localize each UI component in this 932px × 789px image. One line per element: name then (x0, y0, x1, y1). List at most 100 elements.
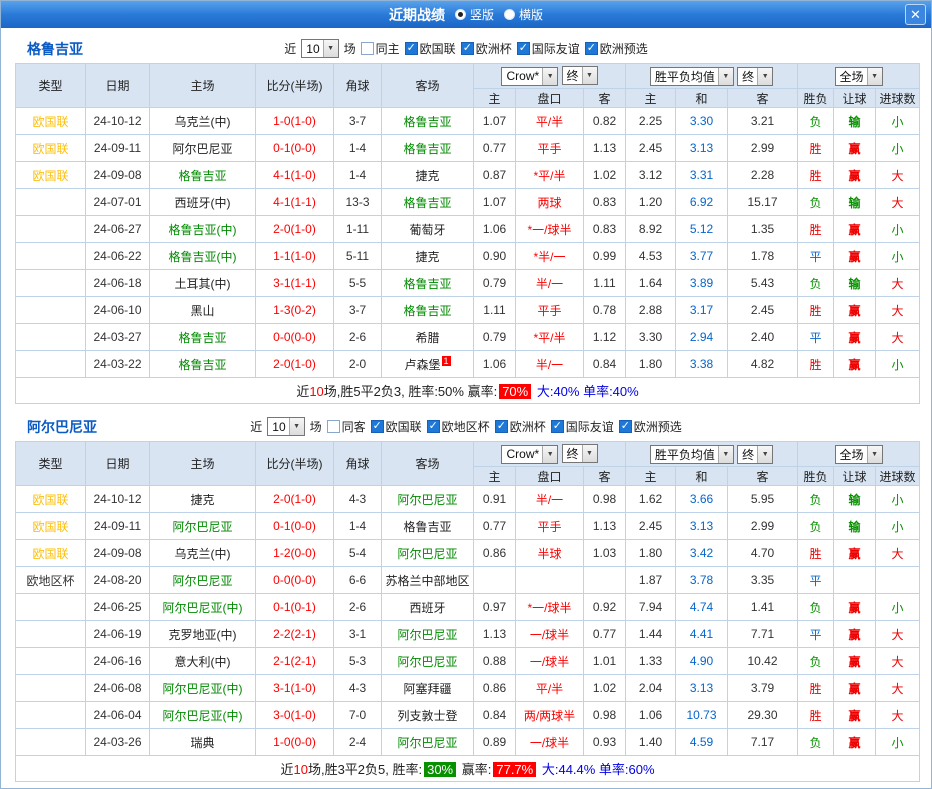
col-header-ah-home: 主 (474, 467, 516, 486)
odds-final-select[interactable]: 终▼ (562, 66, 598, 85)
home-team-cell: 捷克 (150, 486, 256, 513)
competition-checkbox[interactable]: 欧洲预选 (585, 40, 648, 57)
draw-odds-cell: 4.41 (676, 621, 728, 648)
result-cell: 平 (798, 324, 834, 351)
recent-count-value: 10 (306, 42, 319, 56)
checkbox-checked-icon (551, 420, 564, 433)
ou-result-cell: 大 (876, 162, 920, 189)
wdl-final-select[interactable]: 终▼ (737, 445, 773, 464)
away-team-cell: 西班牙 (382, 594, 474, 621)
col-header-odds-draw: 和 (676, 467, 728, 486)
match-scope-select[interactable]: 全场▼ (835, 67, 883, 86)
corners-cell: 3-7 (334, 297, 382, 324)
layout-option-horizontal[interactable]: 横版 (504, 6, 543, 23)
lose-odds-cell: 29.30 (728, 702, 798, 729)
lose-odds-cell: 1.78 (728, 243, 798, 270)
lose-odds-cell: 2.40 (728, 324, 798, 351)
same-venue-checkbox[interactable]: 同客 (327, 418, 366, 435)
competition-checkbox[interactable]: 国际友谊 (517, 40, 580, 57)
checkbox-checked-icon (371, 420, 384, 433)
wdl-average-select[interactable]: 胜平负均值▼ (650, 67, 734, 86)
lose-odds-cell: 2.99 (728, 135, 798, 162)
competition-checkbox[interactable]: 欧洲杯 (495, 418, 546, 435)
close-button[interactable]: ✕ (905, 4, 926, 25)
home-team-cell: 黑山 (150, 297, 256, 324)
result-cell: 胜 (798, 540, 834, 567)
ah-line-cell: 平/半 (516, 675, 584, 702)
ah-away-odds-cell: 1.02 (584, 675, 626, 702)
scope-select-cell: 全场▼ (798, 442, 920, 467)
date-cell: 24-07-01 (86, 189, 150, 216)
lose-odds-cell: 1.41 (728, 594, 798, 621)
col-header-date: 日期 (86, 64, 150, 108)
competition-checkbox[interactable]: 欧国联 (371, 418, 422, 435)
result-cell: 负 (798, 648, 834, 675)
ah-line-cell: 半/一 (516, 486, 584, 513)
competition-cell: 欧洲杯 (16, 324, 86, 351)
win-odds-cell: 2.25 (626, 108, 676, 135)
match-row: 欧洲杯24-06-25阿尔巴尼亚(中)0-1(0-1)2-6西班牙0.97*一/… (16, 594, 920, 621)
checkbox-label: 欧洲杯 (510, 418, 546, 435)
away-team-cell: 格鲁吉亚 (382, 135, 474, 162)
recent-count-select[interactable]: 10▼ (267, 417, 304, 436)
competition-checkbox[interactable]: 国际友谊 (551, 418, 614, 435)
ah-line-cell: *一/球半 (516, 594, 584, 621)
checkbox-checked-icon (461, 42, 474, 55)
away-team-cell: 捷克 (382, 162, 474, 189)
ah-home-odds-cell: 0.77 (474, 513, 516, 540)
col-header-result: 胜负 (798, 89, 834, 108)
checkbox-checked-icon (405, 42, 418, 55)
ah-result-cell: 赢 (834, 324, 876, 351)
away-team-cell: 希腊 (382, 324, 474, 351)
win-odds-cell: 1.64 (626, 270, 676, 297)
ah-home-odds-cell: 1.13 (474, 621, 516, 648)
col-header-odds-away: 客 (728, 89, 798, 108)
col-header-odds-away: 客 (728, 467, 798, 486)
competition-checkbox[interactable]: 欧洲预选 (619, 418, 682, 435)
same-venue-checkbox[interactable]: 同主 (361, 40, 400, 57)
wdl-average-select[interactable]: 胜平负均值▼ (650, 445, 734, 464)
ah-result-cell: 赢 (834, 648, 876, 675)
ah-line-cell: 一/球半 (516, 621, 584, 648)
match-scope-select[interactable]: 全场▼ (835, 445, 883, 464)
competition-checkbox[interactable]: 欧洲杯 (461, 40, 512, 57)
wdl-final-select[interactable]: 终▼ (737, 67, 773, 86)
result-cell: 胜 (798, 675, 834, 702)
result-cell: 负 (798, 729, 834, 756)
ah-away-odds-cell: 1.01 (584, 648, 626, 675)
match-row: 欧国联24-09-11阿尔巴尼亚0-1(0-0)1-4格鲁吉亚0.77平手1.1… (16, 513, 920, 540)
odds-company-select[interactable]: Crow*▼ (501, 445, 558, 464)
competition-cell: 国际友谊 (16, 297, 86, 324)
handicap-select-cell: Crow*▼ 终▼ (474, 442, 626, 467)
chevron-down-icon: ▼ (718, 446, 733, 463)
filter-near-label: 近 (284, 40, 296, 57)
corners-cell: 13-3 (334, 189, 382, 216)
recent-count-select[interactable]: 10▼ (301, 39, 338, 58)
competition-checkbox[interactable]: 欧国联 (405, 40, 456, 57)
date-cell: 24-06-27 (86, 216, 150, 243)
odds-company-value: Crow* (506, 69, 539, 83)
away-team-cell: 阿尔巴尼亚 (382, 486, 474, 513)
checkbox-checked-icon (495, 420, 508, 433)
home-team-cell: 克罗地亚(中) (150, 621, 256, 648)
competition-checkbox[interactable]: 欧地区杯 (427, 418, 490, 435)
match-row: 欧洲杯24-06-16意大利(中)2-1(2-1)5-3阿尔巴尼亚0.88一/球… (16, 648, 920, 675)
draw-odds-cell: 3.30 (676, 108, 728, 135)
ah-away-odds-cell: 0.83 (584, 216, 626, 243)
odds-company-select[interactable]: Crow*▼ (501, 67, 558, 86)
competition-cell: 欧地区杯 (16, 567, 86, 594)
ou-result-cell: 大 (876, 189, 920, 216)
layout-option-vertical[interactable]: 竖版 (455, 6, 494, 23)
col-header-home: 主场 (150, 64, 256, 108)
odds-final-select[interactable]: 终▼ (562, 444, 598, 463)
date-cell: 24-09-11 (86, 135, 150, 162)
match-row: 国际友谊24-06-10黑山1-3(0-2)3-7格鲁吉亚1.11平手0.782… (16, 297, 920, 324)
filters: 近10▼场同客欧国联欧地区杯欧洲杯国际友谊欧洲预选 (250, 417, 681, 436)
checkbox-checked-icon (517, 42, 530, 55)
ah-result-cell: 赢 (834, 594, 876, 621)
match-row: 国际友谊24-03-26瑞典1-0(0-0)2-4阿尔巴尼亚0.89一/球半0.… (16, 729, 920, 756)
win-odds-cell: 8.92 (626, 216, 676, 243)
lose-odds-cell: 3.21 (728, 108, 798, 135)
draw-odds-cell: 2.94 (676, 324, 728, 351)
ah-home-odds-cell: 0.87 (474, 162, 516, 189)
